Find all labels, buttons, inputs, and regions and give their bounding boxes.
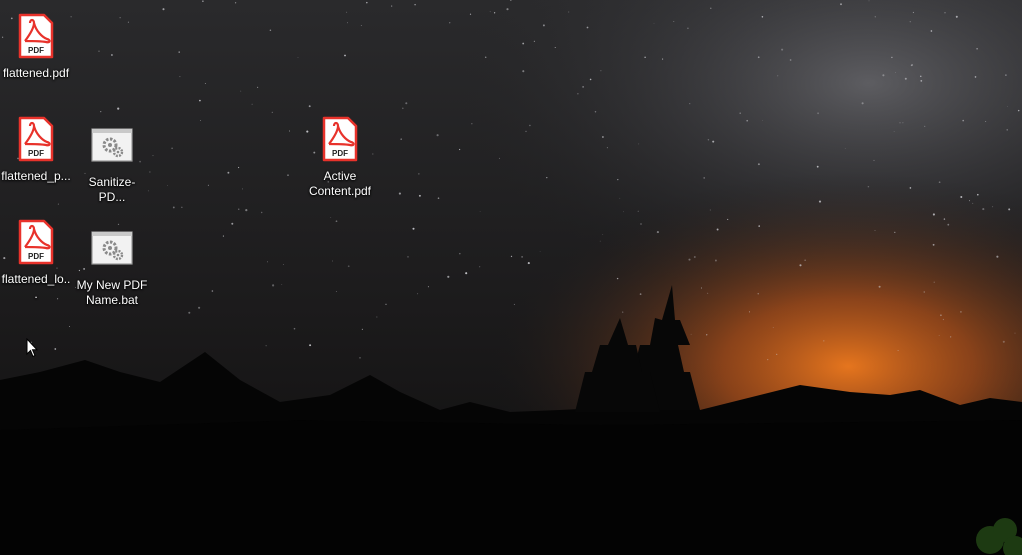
pdf-badge-text: PDF <box>28 149 44 158</box>
icon-label: My New PDF Name.bat <box>76 278 148 307</box>
mouse-pointer-icon <box>26 338 38 358</box>
desktop[interactable]: PDF flattened.pdf PDF flattened_p... San… <box>0 0 1022 555</box>
pdf-file-icon: PDF <box>322 116 358 162</box>
pdf-badge-text: PDF <box>28 252 44 261</box>
icon-label: flattened.pdf <box>2 66 70 80</box>
icon-label: Sanitize-PD... <box>88 175 136 204</box>
desktop-icon-flattened-p[interactable]: PDF flattened_p... <box>0 115 74 184</box>
icon-label: Active Content.pdf <box>308 169 372 198</box>
desktop-icon-sanitize-bat[interactable]: Sanitize-PD... <box>74 115 150 205</box>
desktop-icon-active-content-pdf[interactable]: PDF Active Content.pdf <box>302 115 378 199</box>
pdf-file-icon: PDF <box>18 13 54 59</box>
desktop-icon-flattened-lo[interactable]: PDF flattened_lo... <box>0 218 74 302</box>
night-sky-wallpaper <box>0 0 1022 555</box>
icon-label: flattened_p... <box>1 169 71 183</box>
desktop-icon-flattened-pdf[interactable]: PDF flattened.pdf <box>0 12 74 81</box>
pdf-badge-text: PDF <box>28 46 44 55</box>
pdf-badge-text: PDF <box>332 149 348 158</box>
batch-file-icon <box>91 231 133 265</box>
pdf-file-icon: PDF <box>18 116 54 162</box>
batch-file-icon <box>91 128 133 162</box>
desktop-icon-my-new-pdf-name-bat[interactable]: My New PDF Name.bat <box>74 218 150 308</box>
icon-label: flattened_lo... <box>1 272 71 301</box>
pdf-file-icon: PDF <box>18 219 54 265</box>
